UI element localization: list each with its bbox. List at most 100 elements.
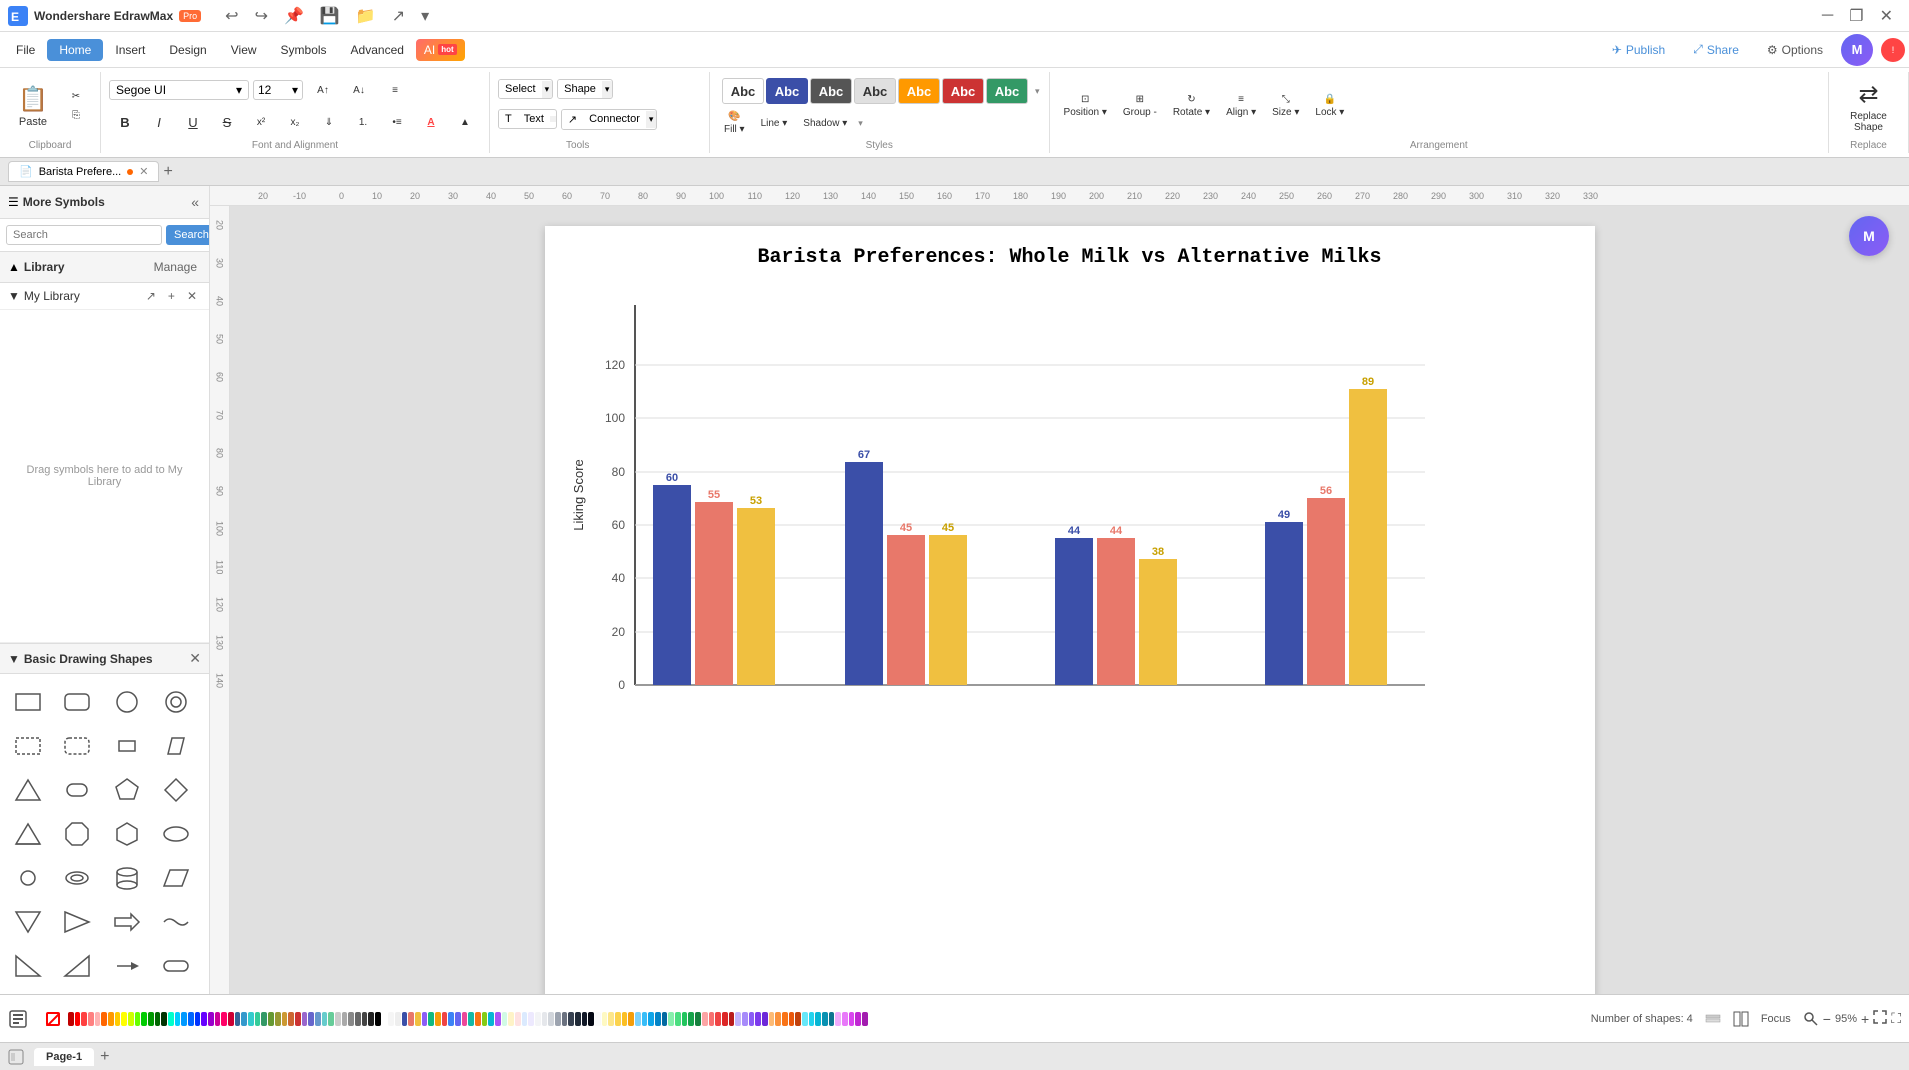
shape-hexagon[interactable] [107, 814, 147, 854]
menu-symbols[interactable]: Symbols [269, 39, 339, 61]
color-swatch[interactable] [662, 1012, 668, 1026]
shape-ring2[interactable] [57, 858, 97, 898]
floating-avatar[interactable]: M [1849, 216, 1889, 256]
style-swatch-7[interactable]: Abc [986, 78, 1028, 104]
shape-triangle3[interactable] [57, 902, 97, 942]
font-increase-btn[interactable]: A↑ [307, 82, 339, 99]
shape-small-triangle[interactable] [8, 946, 48, 986]
color-swatch[interactable] [695, 1012, 701, 1026]
color-swatch[interactable] [322, 1012, 328, 1026]
shape-ellipse[interactable] [156, 814, 196, 854]
menu-file[interactable]: File [4, 39, 47, 61]
zoom-in-btn[interactable]: + [1861, 1011, 1869, 1027]
my-library-row[interactable]: ▼ My Library ↗ + ✕ [0, 283, 209, 310]
color-swatch[interactable] [769, 1012, 775, 1026]
color-swatch[interactable] [295, 1012, 301, 1026]
color-swatch[interactable] [855, 1012, 861, 1026]
close-tab-btn[interactable]: ✕ [139, 165, 148, 178]
color-swatch[interactable] [335, 1012, 341, 1026]
color-swatch[interactable] [195, 1012, 201, 1026]
position-btn[interactable]: ⊡ Position ▾ [1058, 91, 1113, 121]
color-swatch[interactable] [355, 1012, 361, 1026]
layout-toggle[interactable] [1733, 1011, 1749, 1027]
color-swatch[interactable] [255, 1012, 261, 1026]
color-swatch[interactable] [675, 1012, 681, 1026]
color-swatch[interactable] [802, 1012, 808, 1026]
shape-wave[interactable] [156, 902, 196, 942]
line-btn[interactable]: Line ▾ [755, 115, 794, 132]
color-swatch[interactable] [462, 1012, 468, 1026]
color-swatch[interactable] [535, 1012, 541, 1026]
color-swatch[interactable] [362, 1012, 368, 1026]
menu-home[interactable]: Home [47, 39, 103, 61]
text-tool-btn[interactable]: T Text [498, 109, 557, 129]
color-swatch[interactable] [75, 1012, 81, 1026]
my-lib-expand-btn[interactable]: ↗ [142, 287, 160, 305]
color-swatch[interactable] [115, 1012, 121, 1026]
font-decrease-btn[interactable]: A↓ [343, 82, 375, 99]
color-swatch[interactable] [448, 1012, 454, 1026]
color-swatch[interactable] [188, 1012, 194, 1026]
underline-btn[interactable]: U [177, 112, 209, 133]
color-swatch[interactable] [315, 1012, 321, 1026]
color-swatch[interactable] [388, 1012, 394, 1026]
color-swatch[interactable] [628, 1012, 634, 1026]
text-wrap-btn[interactable]: ⇓ [313, 114, 345, 131]
color-swatch[interactable] [268, 1012, 274, 1026]
color-swatch[interactable] [442, 1012, 448, 1026]
color-swatch[interactable] [729, 1012, 735, 1026]
color-swatch[interactable] [375, 1012, 381, 1026]
color-swatch[interactable] [302, 1012, 308, 1026]
layers-indicator[interactable] [1705, 1011, 1721, 1027]
zoom-out-btn[interactable]: − [1823, 1011, 1831, 1027]
library-section[interactable]: ▲ Library Manage [0, 252, 209, 283]
color-swatch[interactable] [348, 1012, 354, 1026]
shape-cylinder[interactable] [107, 858, 147, 898]
shape-small-rect[interactable] [107, 726, 147, 766]
focus-btn[interactable]: Focus [1761, 1013, 1791, 1025]
superscript-btn[interactable]: x² [245, 114, 277, 131]
color-swatch[interactable] [829, 1012, 835, 1026]
search-input[interactable] [6, 225, 162, 245]
color-swatch[interactable] [241, 1012, 247, 1026]
style-swatch-3[interactable]: Abc [810, 78, 852, 104]
shapes-close-btn[interactable]: ✕ [189, 650, 201, 667]
undo-btn[interactable]: ↩ [217, 4, 246, 28]
style-swatch-1[interactable]: Abc [722, 78, 764, 104]
color-swatch[interactable] [668, 1012, 674, 1026]
color-swatch[interactable] [395, 1012, 401, 1026]
list-bullet-btn[interactable]: •≡ [381, 114, 413, 131]
color-swatch[interactable] [715, 1012, 721, 1026]
color-swatch[interactable] [582, 1012, 588, 1026]
color-swatch[interactable] [221, 1012, 227, 1026]
color-swatch[interactable] [515, 1012, 521, 1026]
search-btn[interactable]: Search [166, 225, 210, 245]
color-swatch[interactable] [161, 1012, 167, 1026]
save-btn[interactable]: 💾 [312, 4, 348, 28]
color-swatch[interactable] [428, 1012, 434, 1026]
color-swatch[interactable] [615, 1012, 621, 1026]
align-btn[interactable]: ≡ [379, 82, 411, 99]
menu-design[interactable]: Design [157, 39, 218, 61]
color-swatch[interactable] [275, 1012, 281, 1026]
color-swatch[interactable] [742, 1012, 748, 1026]
color-swatch[interactable] [682, 1012, 688, 1026]
color-swatch[interactable] [435, 1012, 441, 1026]
size-btn[interactable]: ⤡ Size ▾ [1266, 91, 1305, 121]
canvas-wrapper[interactable]: Barista Preferences: Whole Milk vs Alter… [230, 206, 1909, 994]
color-swatch[interactable] [141, 1012, 147, 1026]
notification-btn[interactable]: ! [1881, 38, 1905, 62]
minimize-btn[interactable]: ─ [1814, 4, 1841, 28]
color-swatch[interactable] [822, 1012, 828, 1026]
style-swatch-4[interactable]: Abc [854, 78, 896, 104]
color-swatch[interactable] [648, 1012, 654, 1026]
color-swatch[interactable] [622, 1012, 628, 1026]
color-swatch[interactable] [735, 1012, 741, 1026]
color-swatch[interactable] [95, 1012, 101, 1026]
shape-triangle2[interactable] [8, 902, 48, 942]
paste-btn[interactable]: 📋 Paste [8, 74, 58, 138]
font-size-selector[interactable]: 12 ▾ [253, 80, 303, 100]
color-swatch[interactable] [842, 1012, 848, 1026]
color-swatch[interactable] [595, 1012, 601, 1026]
styles-expand-btn[interactable]: ▾ [1034, 85, 1041, 98]
